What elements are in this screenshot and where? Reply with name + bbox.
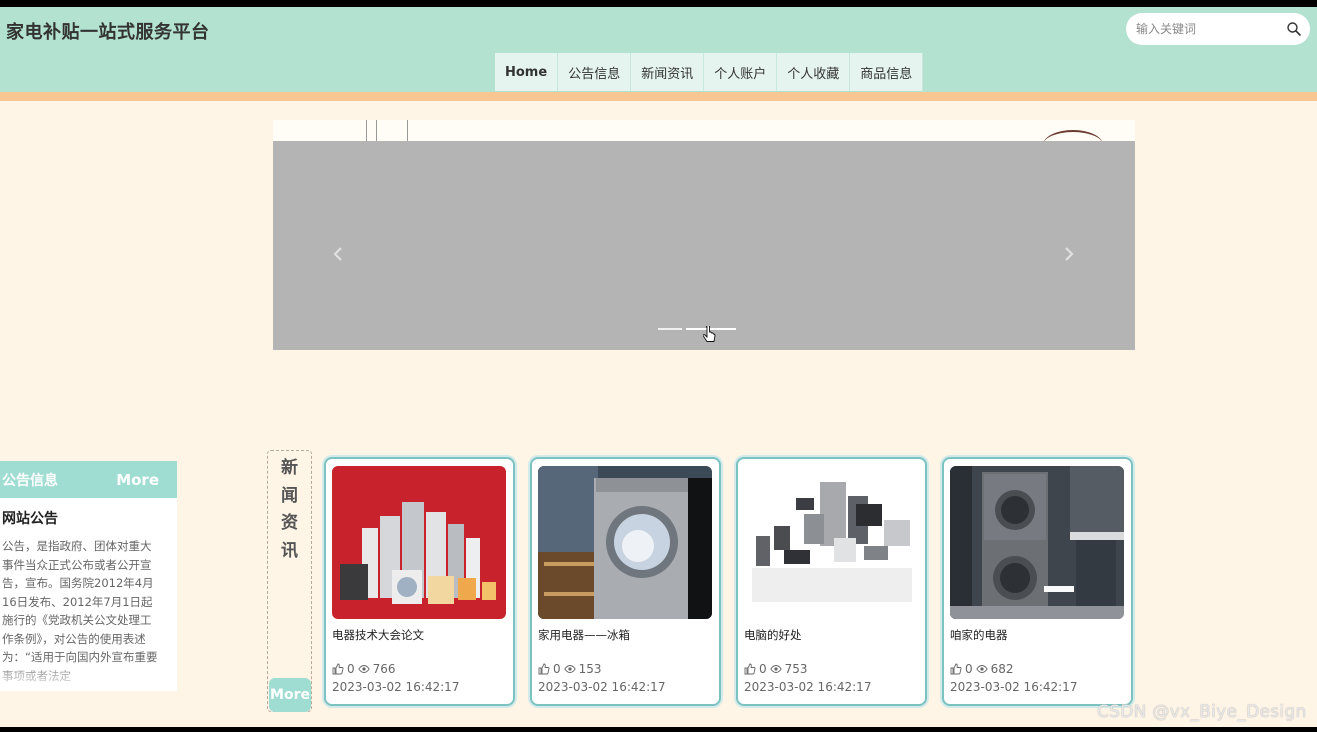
likes-count: 0 <box>965 662 973 676</box>
news-card-title: 电脑的好处 <box>744 628 802 642</box>
eye-icon <box>769 665 782 673</box>
likes-count: 0 <box>553 662 561 676</box>
notice-fade-overlay <box>0 661 177 691</box>
chevron-left-icon[interactable] <box>331 246 345 262</box>
search-box <box>1126 13 1310 45</box>
header: 家电补贴一站式服务平台 Home 公告信息 新闻资讯 个人账户 个人收藏 商品信… <box>0 7 1317 92</box>
nav-notices[interactable]: 公告信息 <box>558 53 632 91</box>
thumbs-up-icon[interactable] <box>332 663 344 675</box>
thumbs-up-icon[interactable] <box>950 663 962 675</box>
news-card-stats: 0 766 <box>332 662 396 676</box>
news-card[interactable]: 电器技术大会论文 0 766 2023-03-02 16:42:17 <box>324 457 515 706</box>
notice-item-title[interactable]: 网站公告 <box>2 508 177 528</box>
csdn-watermark: CSDN @vx_Biye_Design <box>1097 702 1307 722</box>
news-card-stats: 0 682 <box>950 662 1014 676</box>
news-card-date: 2023-03-02 16:42:17 <box>332 680 460 694</box>
notice-panel-title: 公告信息 <box>2 472 58 489</box>
eye-icon <box>563 665 576 673</box>
news-title-char: 新 <box>281 458 298 478</box>
search-icon[interactable] <box>1286 21 1302 37</box>
thumbs-up-icon[interactable] <box>538 663 550 675</box>
notice-more-link[interactable]: More <box>116 471 159 489</box>
stacked-washer-image <box>950 466 1124 619</box>
header-accent-stripe <box>0 92 1317 101</box>
likes-count: 0 <box>759 662 767 676</box>
views-count: 153 <box>578 662 602 676</box>
notice-panel: 公告信息 More 网站公告 公告，是指政府、团体对重大事件当众正式公布或者公开… <box>0 461 177 691</box>
washing-machine-image <box>538 466 712 619</box>
nav-news[interactable]: 新闻资讯 <box>631 53 705 91</box>
news-section-title: 新 闻 资 讯 <box>268 455 311 565</box>
news-card[interactable]: 家用电器——冰箱 0 153 2023-03-02 16:42:17 <box>530 457 721 706</box>
news-title-char: 讯 <box>281 540 298 561</box>
news-card-date: 2023-03-02 16:42:17 <box>950 680 1078 694</box>
carousel-indicators <box>658 328 736 330</box>
thumbs-up-icon[interactable] <box>744 663 756 675</box>
pointer-cursor-icon <box>703 326 716 342</box>
news-card[interactable]: 电脑的好处 0 753 2023-03-02 16:42:17 <box>736 457 927 706</box>
news-card-title: 家用电器——冰箱 <box>538 628 630 642</box>
news-card-stats: 0 153 <box>538 662 602 676</box>
nav-products[interactable]: 商品信息 <box>850 53 924 91</box>
likes-count: 0 <box>347 662 355 676</box>
chevron-right-icon[interactable] <box>1062 246 1076 262</box>
search-input[interactable] <box>1136 21 1286 37</box>
carousel-image-strip <box>273 120 1135 141</box>
news-card-title: 电器技术大会论文 <box>332 628 424 642</box>
views-count: 682 <box>990 662 1014 676</box>
news-card-stats: 0 753 <box>744 662 808 676</box>
views-count: 766 <box>372 662 396 676</box>
news-card[interactable]: 咱家的电器 0 682 2023-03-02 16:42:17 <box>942 457 1133 706</box>
news-card-date: 2023-03-02 16:42:17 <box>744 680 872 694</box>
main-nav: Home 公告信息 新闻资讯 个人账户 个人收藏 商品信息 <box>495 53 924 91</box>
banner-carousel[interactable] <box>273 120 1135 350</box>
news-more-button[interactable]: More <box>269 678 311 712</box>
news-card-date: 2023-03-02 16:42:17 <box>538 680 666 694</box>
notice-panel-header: 公告信息 More <box>0 461 177 498</box>
news-section-label: 新 闻 资 讯 More <box>267 450 312 712</box>
appliances-red-image <box>332 466 506 619</box>
page: 家电补贴一站式服务平台 Home 公告信息 新闻资讯 个人账户 个人收藏 商品信… <box>0 7 1317 727</box>
site-title: 家电补贴一站式服务平台 <box>6 22 210 43</box>
shelf-lines-decoration <box>366 120 411 141</box>
news-title-char: 闻 <box>281 485 298 506</box>
nav-home[interactable]: Home <box>495 53 559 91</box>
nav-favorites[interactable]: 个人收藏 <box>777 53 851 91</box>
news-card-title: 咱家的电器 <box>950 628 1008 642</box>
electronics-group-image <box>744 466 918 619</box>
carousel-slide <box>273 141 1135 350</box>
news-title-char: 资 <box>281 513 298 533</box>
carousel-dot[interactable] <box>658 328 682 330</box>
eye-icon <box>357 665 370 673</box>
eye-icon <box>975 665 988 673</box>
nav-account[interactable]: 个人账户 <box>704 53 778 91</box>
views-count: 753 <box>784 662 808 676</box>
